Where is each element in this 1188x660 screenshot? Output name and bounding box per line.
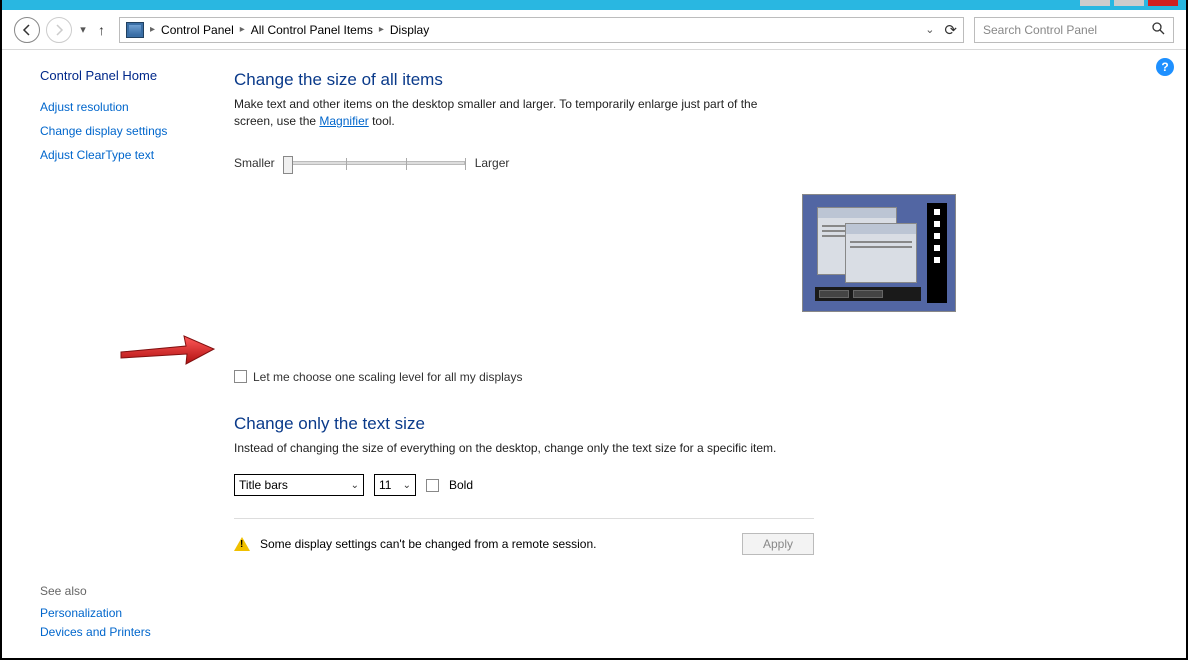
slider-min-label: Smaller — [234, 156, 275, 170]
apply-button[interactable]: Apply — [742, 533, 814, 555]
bold-checkbox[interactable] — [426, 479, 439, 492]
search-input[interactable]: Search Control Panel — [974, 17, 1174, 43]
chevron-down-icon: ⌄ — [351, 480, 359, 491]
scaling-checkbox[interactable] — [234, 370, 247, 383]
recent-dropdown-icon[interactable]: ▾ — [78, 23, 88, 36]
help-icon[interactable]: ? — [1156, 58, 1174, 76]
scaling-checkbox-label[interactable]: Let me choose one scaling level for all … — [253, 370, 522, 384]
breadcrumb-item-0[interactable]: Control Panel — [161, 23, 234, 37]
sidebar-link-adjust-resolution[interactable]: Adjust resolution — [40, 100, 208, 114]
magnifier-link[interactable]: Magnifier — [319, 114, 368, 128]
bold-label[interactable]: Bold — [449, 478, 473, 492]
warning-icon — [234, 537, 250, 551]
slider-max-label: Larger — [475, 156, 510, 170]
slider-thumb[interactable] — [283, 156, 293, 174]
chevron-right-icon: ▸ — [150, 24, 155, 35]
see-also-heading: See also — [40, 584, 208, 598]
heading-text-size: Change only the text size — [234, 414, 1146, 434]
heading-change-size: Change the size of all items — [234, 70, 1146, 90]
address-bar: ▾ ↑ ▸ Control Panel ▸ All Control Panel … — [2, 10, 1186, 50]
main-content: ? Change the size of all items Make text… — [222, 50, 1186, 658]
breadcrumb-item-2[interactable]: Display — [390, 23, 429, 37]
sidebar-link-change-display-settings[interactable]: Change display settings — [40, 124, 208, 138]
control-panel-home-link[interactable]: Control Panel Home — [40, 68, 208, 83]
divider — [234, 518, 814, 519]
warning-text: Some display settings can't be changed f… — [260, 537, 596, 551]
desc-change-size: Make text and other items on the desktop… — [234, 96, 794, 130]
up-button[interactable]: ↑ — [94, 22, 109, 38]
chevron-right-icon: ▸ — [240, 24, 245, 35]
search-icon — [1151, 21, 1165, 38]
item-select[interactable]: Title bars⌄ — [234, 474, 364, 496]
desc-text-size: Instead of changing the size of everythi… — [234, 440, 794, 457]
size-select[interactable]: 11⌄ — [374, 474, 416, 496]
minimize-button[interactable] — [1080, 0, 1110, 6]
history-dropdown-icon[interactable]: ⌄ — [925, 23, 934, 36]
see-also-devices-printers[interactable]: Devices and Printers — [40, 625, 208, 639]
close-button[interactable] — [1148, 0, 1178, 6]
sidebar-link-adjust-cleartype[interactable]: Adjust ClearType text — [40, 148, 208, 162]
breadcrumb[interactable]: ▸ Control Panel ▸ All Control Panel Item… — [119, 17, 964, 43]
control-panel-icon — [126, 22, 144, 38]
refresh-icon[interactable]: ⟳ — [944, 21, 957, 39]
see-also-personalization[interactable]: Personalization — [40, 606, 208, 620]
scaling-slider[interactable] — [285, 161, 465, 165]
scaling-slider-row: Smaller Larger — [234, 156, 1146, 170]
sidebar: Control Panel Home Adjust resolution Cha… — [2, 50, 222, 658]
forward-button[interactable] — [46, 17, 72, 43]
chevron-right-icon: ▸ — [379, 24, 384, 35]
chevron-down-icon: ⌄ — [403, 480, 411, 491]
maximize-button[interactable] — [1114, 0, 1144, 6]
back-button[interactable] — [14, 17, 40, 43]
search-placeholder: Search Control Panel — [983, 23, 1097, 37]
display-preview-image — [802, 194, 956, 312]
breadcrumb-item-1[interactable]: All Control Panel Items — [251, 23, 373, 37]
